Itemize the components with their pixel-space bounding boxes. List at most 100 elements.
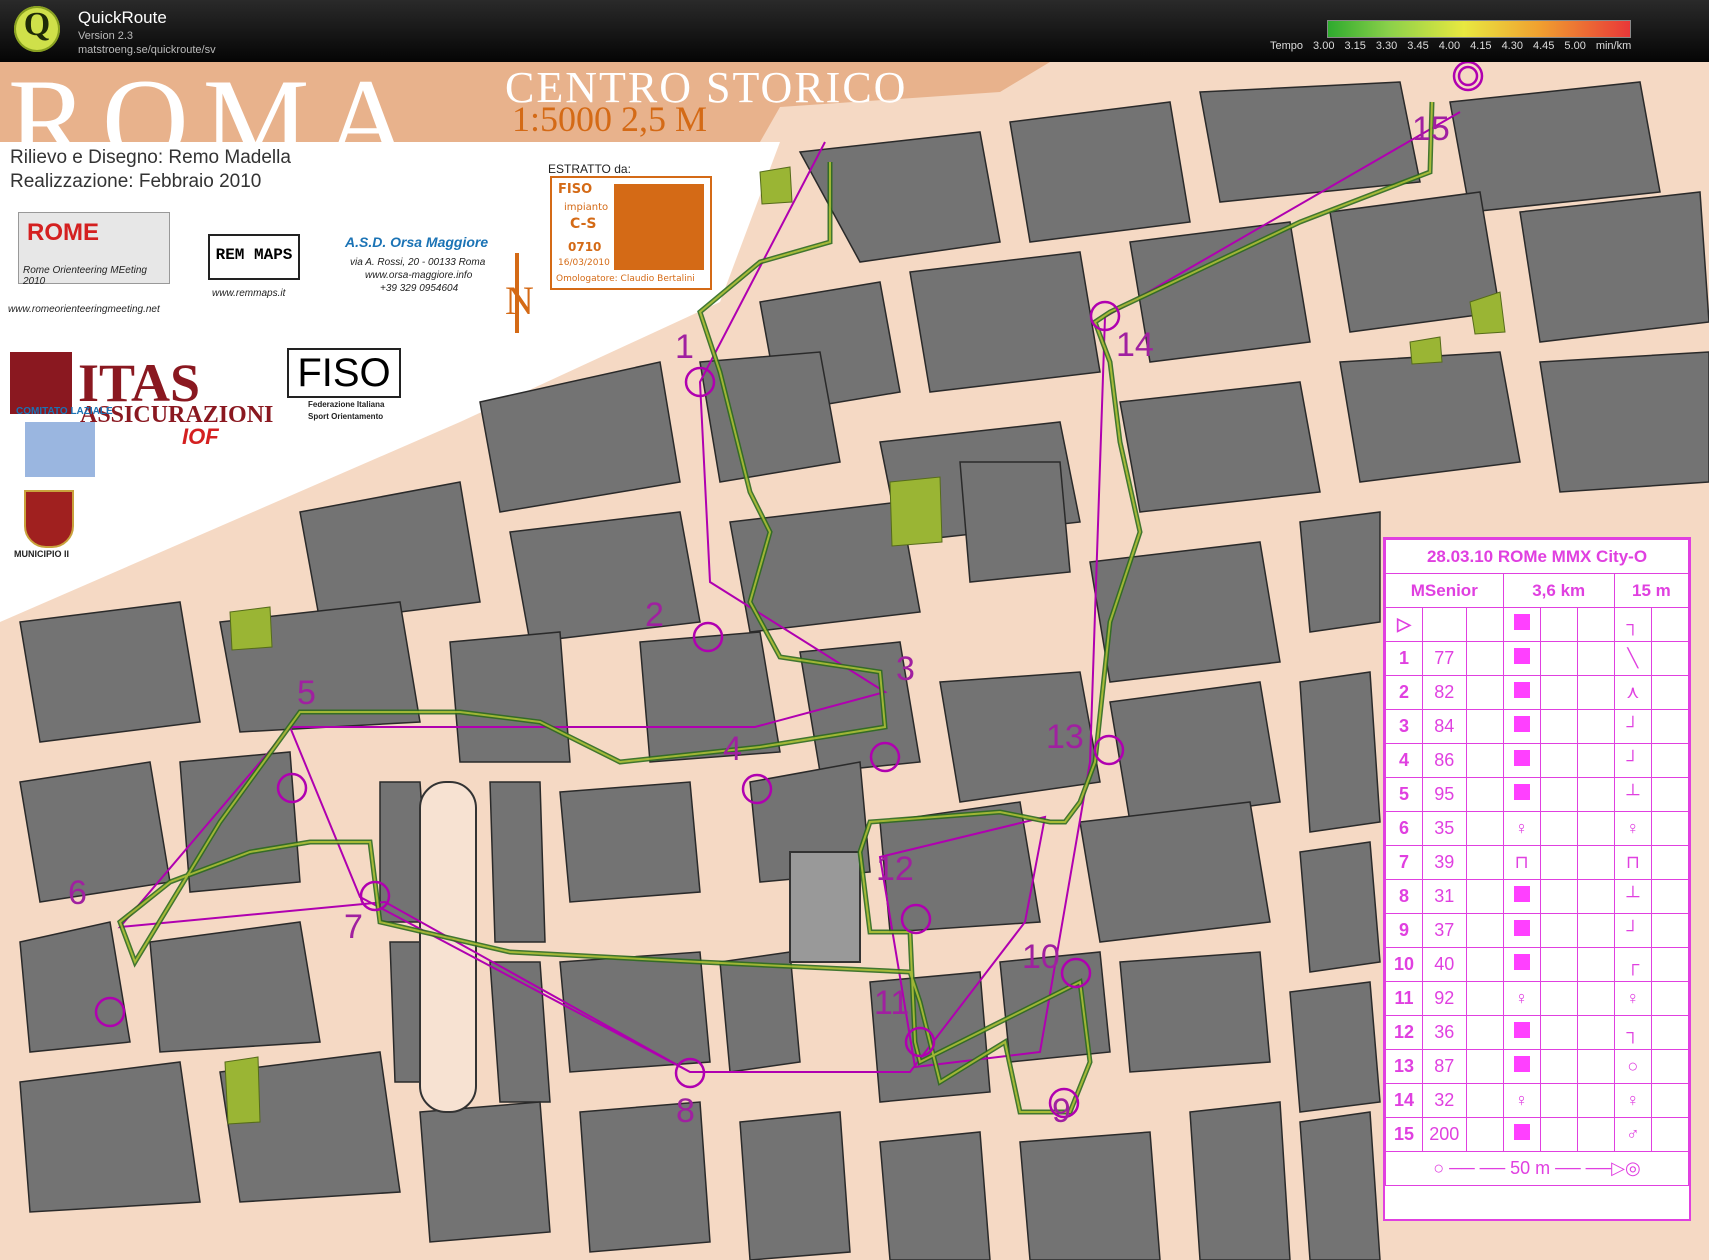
desc-cell — [1650, 607, 1690, 642]
finish-distance: 50 m — [1510, 1158, 1551, 1178]
estratto-label: ESTRATTO da: — [548, 162, 631, 176]
course-climb: 15 m — [1613, 573, 1690, 608]
control-code: 39 — [1422, 845, 1467, 880]
desc-cell — [1539, 607, 1578, 642]
control-code: 36 — [1422, 1015, 1467, 1050]
control-number-4: 4 — [723, 730, 742, 768]
control-number-10: 10 — [1022, 938, 1060, 976]
pace-tick: 3.45 — [1407, 40, 1429, 52]
estratto-number: 0710 — [568, 240, 602, 254]
app-version: Version 2.3 — [78, 30, 134, 42]
desc-cell — [1465, 913, 1504, 948]
remmaps-web[interactable]: www.remmaps.it — [212, 288, 285, 299]
desc-cell — [1576, 743, 1615, 778]
desc-cell — [1650, 879, 1690, 914]
pace-tick: 4.00 — [1438, 40, 1461, 52]
club-web[interactable]: www.orsa-maggiore.info — [365, 270, 472, 281]
control-row: 14 32 ♀ ♀ — [1384, 1083, 1690, 1118]
north-letter: N — [505, 278, 534, 323]
feature-icon: ♀ — [1502, 981, 1541, 1016]
feature-icon — [1502, 947, 1541, 982]
feature-icon — [1502, 743, 1541, 778]
start-row: ▷ ┐ — [1384, 607, 1690, 642]
feature-icon — [1502, 709, 1541, 744]
desc-cell — [1576, 1083, 1615, 1118]
desc-cell — [1576, 981, 1615, 1016]
control-code: 77 — [1422, 641, 1467, 676]
desc-cell — [1576, 1117, 1615, 1152]
desc-cell — [1576, 607, 1615, 642]
desc-cell — [1465, 1117, 1504, 1152]
control-seq: 3 — [1384, 709, 1424, 744]
estratto-omologatore: Omologatore: Claudio Bertalini — [556, 274, 695, 284]
pace-tick: 5.00 — [1564, 40, 1586, 52]
control-seq: 15 — [1384, 1117, 1424, 1152]
control-code: 95 — [1422, 777, 1467, 812]
desc-cell — [1465, 1049, 1504, 1084]
control-seq: 2 — [1384, 675, 1424, 710]
control-row: 15 200 ♂ — [1384, 1117, 1690, 1152]
desc-cell — [1539, 879, 1578, 914]
lazio-map-icon — [25, 422, 95, 477]
iof-logo: IOF — [182, 424, 219, 449]
control-number-13: 13 — [1046, 718, 1084, 756]
desc-cell — [1465, 981, 1504, 1016]
location-icon: ⊓ — [1613, 845, 1652, 880]
desc-cell — [1539, 641, 1578, 676]
control-seq: 13 — [1384, 1049, 1424, 1084]
control-seq: 8 — [1384, 879, 1424, 914]
desc-cell — [1465, 641, 1504, 676]
location-icon: ┘ — [1613, 743, 1652, 778]
control-row: 2 82 ⋏ — [1384, 675, 1690, 710]
rome-meeting-logo: ROME Rome Orienteering MEeting 2010 — [18, 212, 170, 287]
municipio-label: MUNICIPIO II — [14, 549, 70, 559]
control-description-table: 28.03.10 ROMe MMX City-O MSenior 3,6 km … — [1384, 539, 1690, 1186]
control-number-7: 7 — [344, 908, 363, 946]
desc-cell — [1650, 1117, 1690, 1152]
app-url[interactable]: matstroeng.se/quickroute/sv — [78, 44, 216, 56]
control-rows: 1 77 ╲ 2 82 ⋏ 3 84 ┘ 4 86 ┘ 5 95 ┴ 6 35 ♀ ♀ 7 39 ⊓ ⊓ 8 31 ┴ 9 37 ┘ 10… — [1384, 641, 1690, 1152]
desc-cell — [1576, 641, 1615, 676]
control-number-5: 5 — [297, 674, 316, 712]
location-icon: ┴ — [1613, 777, 1652, 812]
location-icon: ┘ — [1613, 913, 1652, 948]
feature-icon — [1502, 641, 1541, 676]
pace-tick: 4.15 — [1470, 40, 1492, 52]
control-code: 200 — [1422, 1117, 1467, 1152]
desc-cell — [1539, 1015, 1578, 1050]
desc-cell — [1650, 811, 1690, 846]
control-row: 5 95 ┴ — [1384, 777, 1690, 812]
location-icon: ♀ — [1613, 981, 1652, 1016]
control-row: 1 77 ╲ — [1384, 641, 1690, 676]
control-number-9: 9 — [1052, 1092, 1071, 1130]
control-number-1: 1 — [675, 328, 694, 366]
desc-cell — [1465, 947, 1504, 982]
desc-cell — [1465, 879, 1504, 914]
desc-cell — [1539, 913, 1578, 948]
control-row: 12 36 ┐ — [1384, 1015, 1690, 1050]
control-row: 6 35 ♀ ♀ — [1384, 811, 1690, 846]
desc-cell — [1539, 777, 1578, 812]
orienteering-map[interactable]: ROMA CENTRO STORICO 1:5000 2,5 M Rilievo… — [0, 62, 1709, 1260]
italy-map-icon — [614, 184, 704, 270]
control-seq: 7 — [1384, 845, 1424, 880]
location-icon: ┌ — [1613, 947, 1652, 982]
location-icon: ┴ — [1613, 879, 1652, 914]
desc-cell — [1465, 777, 1504, 812]
desc-cell — [1650, 1083, 1690, 1118]
control-row: 13 87 ○ — [1384, 1049, 1690, 1084]
rome-web[interactable]: www.romeorienteeringmeeting.net — [8, 304, 160, 315]
feature-icon — [1502, 913, 1541, 948]
control-code: 92 — [1422, 981, 1467, 1016]
desc-cell — [1422, 607, 1467, 642]
feature-icon — [1502, 1049, 1541, 1084]
desc-cell — [1539, 981, 1578, 1016]
north-arrow-icon: N — [505, 253, 534, 333]
desc-cell — [1650, 845, 1690, 880]
desc-cell — [1576, 1015, 1615, 1050]
desc-cell — [1465, 607, 1504, 642]
control-seq: 6 — [1384, 811, 1424, 846]
desc-cell — [1650, 1049, 1690, 1084]
control-number-11: 11 — [874, 984, 910, 1022]
control-seq: 1 — [1384, 641, 1424, 676]
